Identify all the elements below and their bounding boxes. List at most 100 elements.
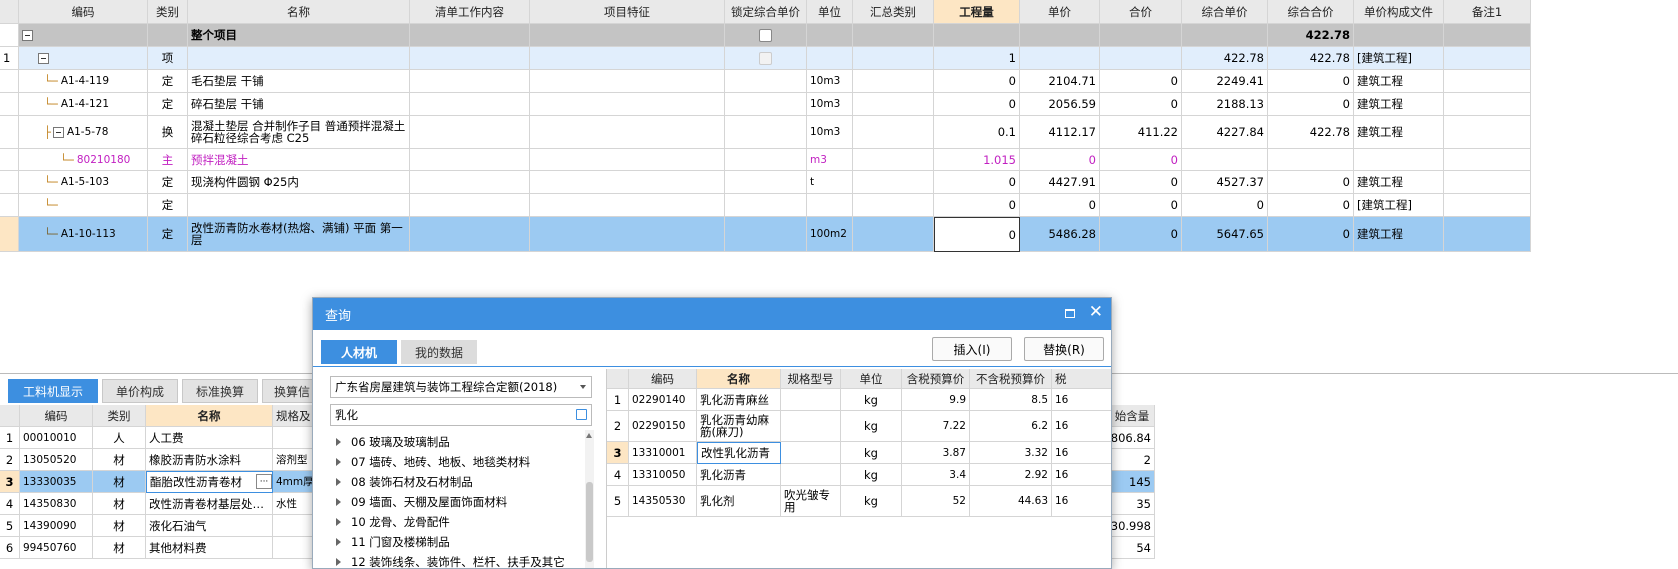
collapse-icon[interactable] <box>38 52 49 64</box>
result-notax-price[interactable]: 8.5 <box>970 389 1052 411</box>
col-type[interactable]: 类别 <box>93 405 146 427</box>
tab-standard-conversion[interactable]: 标准换算 <box>182 379 258 403</box>
result-tax-price[interactable]: 3.4 <box>902 464 970 486</box>
result-tax[interactable]: 16 <box>1052 389 1111 411</box>
result-code[interactable]: 13310001 <box>629 442 697 464</box>
col-features[interactable]: 项目特征 <box>530 0 725 24</box>
quota-select[interactable]: 广东省房屋建筑与装饰工程综合定额(2018) <box>330 376 592 398</box>
col-code[interactable]: 编码 <box>629 369 697 389</box>
tree-item[interactable]: 10 龙骨、龙骨配件 <box>330 512 450 532</box>
quantity-edit-cell[interactable]: 0 <box>934 217 1020 252</box>
col-notax-price[interactable]: 不含税预算价 <box>970 369 1052 389</box>
tree-scrollbar[interactable] <box>585 430 594 568</box>
collapse-icon[interactable] <box>52 126 64 138</box>
col-name[interactable]: 名称 <box>697 369 781 389</box>
col-unit[interactable]: 单位 <box>841 369 902 389</box>
ellipsis-button[interactable]: ··· <box>256 474 272 489</box>
result-tax[interactable]: 16 <box>1052 411 1111 442</box>
insert-button[interactable]: 插入(I) <box>932 337 1012 361</box>
result-unit[interactable]: kg <box>841 389 902 411</box>
expand-icon[interactable] <box>336 478 341 486</box>
tree-item[interactable]: 09 墙面、天棚及屋面饰面材料 <box>330 492 507 512</box>
col-tax-rate[interactable]: 税 <box>1052 369 1111 389</box>
tree-item[interactable]: 07 墙砖、地砖、地板、地毯类材料 <box>330 452 530 472</box>
result-spec[interactable] <box>781 411 841 442</box>
material-type[interactable]: 材 <box>93 493 146 515</box>
result-tax-price[interactable]: 7.22 <box>902 411 970 442</box>
material-code[interactable]: 13330035 <box>20 471 93 493</box>
col-code[interactable]: 编码 <box>19 0 148 24</box>
result-name[interactable]: 乳化沥青幼麻筋(麻刀) <box>697 411 781 442</box>
total-row[interactable]: 整个项目 422.78 <box>0 24 1531 47</box>
material-original-amount[interactable]: 30.998 <box>1110 515 1155 537</box>
expand-icon[interactable] <box>336 438 341 446</box>
result-tax[interactable]: 16 <box>1052 486 1111 517</box>
material-original-amount[interactable]: 806.84 <box>1110 427 1155 449</box>
material-type[interactable]: 人 <box>93 427 146 449</box>
table-row[interactable]: └─ 定 0 0 0 0 0 [建筑工程] <box>0 194 1531 217</box>
material-code[interactable]: 14390090 <box>20 515 93 537</box>
collapse-icon[interactable] <box>22 29 33 41</box>
col-type[interactable]: 类别 <box>148 0 188 24</box>
material-code[interactable]: 99450760 <box>20 537 93 559</box>
replace-button[interactable]: 替换(R) <box>1024 337 1104 361</box>
result-row[interactable]: 5 14350530 乳化剂 吹光皱专用 kg 52 44.63 16 <box>607 486 1111 517</box>
col-remark[interactable]: 备注1 <box>1444 0 1531 24</box>
result-notax-price[interactable]: 6.2 <box>970 411 1052 442</box>
result-name[interactable]: 乳化沥青 <box>697 464 781 486</box>
col-price-file[interactable]: 单价构成文件 <box>1354 0 1444 24</box>
material-original-amount[interactable]: 35 <box>1110 493 1155 515</box>
result-tax[interactable]: 16 <box>1052 464 1111 486</box>
col-original-amount[interactable]: 始含量 <box>1110 405 1155 427</box>
result-spec[interactable] <box>781 389 841 411</box>
scroll-up-icon[interactable] <box>586 433 592 438</box>
tab-material-display[interactable]: 工料机显示 <box>8 379 98 403</box>
material-original-amount[interactable]: 145 <box>1110 471 1155 493</box>
result-spec[interactable]: 吹光皱专用 <box>781 486 841 517</box>
expand-icon[interactable] <box>336 558 341 566</box>
table-row[interactable]: 1 项 1 422.78 422.78 [建筑工程] <box>0 47 1531 70</box>
col-unit[interactable]: 单位 <box>807 0 853 24</box>
material-original-amount[interactable]: 2 <box>1110 449 1155 471</box>
col-name[interactable]: 名称 <box>146 405 273 427</box>
material-code[interactable]: 00010010 <box>20 427 93 449</box>
result-notax-price[interactable]: 44.63 <box>970 486 1052 517</box>
result-code[interactable]: 14350530 <box>629 486 697 517</box>
tree-item[interactable]: 12 装饰线条、装饰件、栏杆、扶手及其它 <box>330 552 565 568</box>
result-unit[interactable]: kg <box>841 411 902 442</box>
result-code[interactable]: 02290150 <box>629 411 697 442</box>
material-name[interactable]: 液化石油气 <box>146 515 273 537</box>
material-name[interactable]: 橡胶沥青防水涂料 <box>146 449 273 471</box>
result-code[interactable]: 13310050 <box>629 464 697 486</box>
result-name[interactable]: 乳化剂 <box>697 486 781 517</box>
tree-item[interactable]: 11 门窗及楼梯制品 <box>330 532 450 552</box>
result-unit[interactable]: kg <box>841 442 902 464</box>
material-code[interactable]: 14350830 <box>20 493 93 515</box>
material-name[interactable]: 酯胎改性沥青卷材 <box>146 471 273 493</box>
result-tax-price[interactable]: 9.9 <box>902 389 970 411</box>
col-summary-type[interactable]: 汇总类别 <box>853 0 934 24</box>
col-total-price[interactable]: 合价 <box>1100 0 1182 24</box>
result-row[interactable]: 3 13310001 改性乳化沥青 kg 3.87 3.32 16 <box>607 442 1111 464</box>
material-name[interactable]: 人工费 <box>146 427 273 449</box>
col-comp-total[interactable]: 综合合价 <box>1268 0 1354 24</box>
material-type[interactable]: 材 <box>93 471 146 493</box>
expand-icon[interactable] <box>336 538 341 546</box>
material-type[interactable]: 材 <box>93 515 146 537</box>
dialog-title-bar[interactable]: 查询 ✕ <box>313 298 1111 330</box>
tab-price-composition[interactable]: 单价构成 <box>102 379 178 403</box>
result-tax[interactable]: 16 <box>1052 442 1111 464</box>
table-row[interactable]: └─ A1-5-103 定 现浇构件圆钢 Φ25内 t 0 4427.91 0 4… <box>0 171 1531 194</box>
result-notax-price[interactable]: 2.92 <box>970 464 1052 486</box>
col-lock-price[interactable]: 锁定综合单价 <box>725 0 807 24</box>
expand-icon[interactable] <box>336 458 341 466</box>
scrollbar-thumb[interactable] <box>586 482 593 562</box>
result-tax-price[interactable]: 3.87 <box>902 442 970 464</box>
material-type[interactable]: 材 <box>93 449 146 471</box>
result-row[interactable]: 2 02290150 乳化沥青幼麻筋(麻刀) kg 7.22 6.2 16 <box>607 411 1111 442</box>
col-work-content[interactable]: 清单工作内容 <box>410 0 530 24</box>
result-spec[interactable] <box>781 464 841 486</box>
search-input[interactable]: 乳化 <box>330 404 592 426</box>
material-name[interactable]: 改性沥青卷材基层处… <box>146 493 273 515</box>
lock-checkbox[interactable] <box>759 28 772 42</box>
